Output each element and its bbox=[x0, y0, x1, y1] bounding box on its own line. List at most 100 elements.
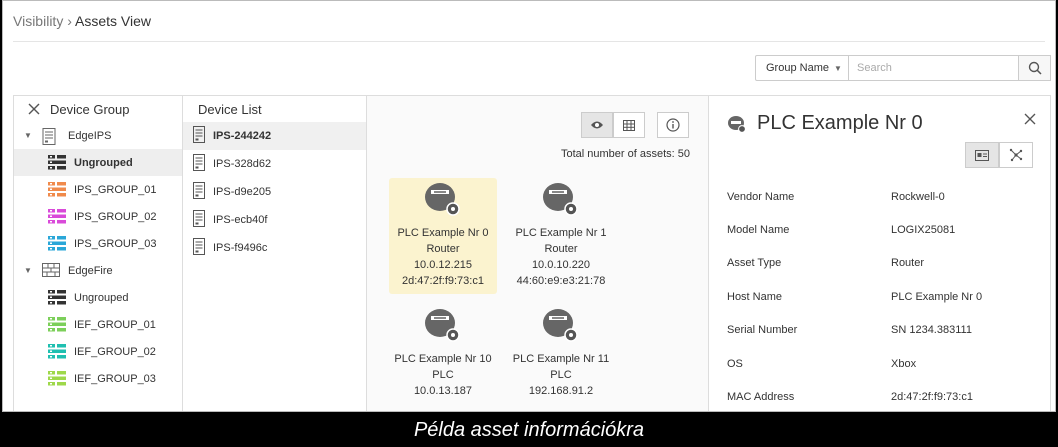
device-list-label: IPS-328d62 bbox=[213, 158, 272, 170]
device-list-item[interactable]: IPS-244242 bbox=[183, 122, 366, 150]
firewall-icon bbox=[42, 262, 60, 279]
asset-card-type: Router bbox=[544, 243, 578, 255]
device-list-pane: Device List IPS-244242 IPS-328d62 IPS-d9e2… bbox=[183, 96, 367, 411]
device-group-item[interactable]: IPS_GROUP_02 bbox=[14, 203, 182, 230]
info-button[interactable] bbox=[657, 112, 689, 138]
breadcrumb: Visibility › Assets View bbox=[13, 13, 151, 29]
group-icon bbox=[48, 235, 66, 252]
asset-property-value: Xbox bbox=[891, 357, 917, 370]
info-icon bbox=[666, 118, 680, 132]
asset-property-key: Host Name bbox=[727, 290, 783, 303]
asset-properties: Vendor Name Rockwell-0 Model Name LOGIX2508… bbox=[727, 180, 1037, 411]
device-list-item[interactable]: IPS-f9496c bbox=[183, 234, 366, 262]
device-group-item[interactable]: ▼ EdgeIPS bbox=[14, 122, 182, 149]
table-view-button[interactable] bbox=[613, 112, 645, 138]
device-list-item[interactable]: IPS-ecb40f bbox=[183, 206, 366, 234]
total-assets-count: Total number of assets: 50 bbox=[560, 148, 690, 160]
search-button[interactable] bbox=[1019, 55, 1051, 81]
breadcrumb-separator: › bbox=[67, 13, 72, 29]
device-group-label: Ungrouped bbox=[74, 156, 133, 169]
asset-card-mac: 2d:47:2f:f9:73:c1 bbox=[402, 275, 484, 287]
detail-view-toggle bbox=[965, 142, 1033, 168]
device-group-item[interactable]: ▼ EdgeFire bbox=[14, 257, 182, 284]
device-group-label: IEF_GROUP_03 bbox=[74, 372, 156, 385]
device-group-label: IPS_GROUP_03 bbox=[74, 237, 157, 250]
plc-device-icon bbox=[389, 308, 497, 349]
device-group-pane: Device Group ▼ EdgeIPS Ungrouped IPS_GROUP_… bbox=[13, 96, 183, 411]
asset-card-ip: 10.0.13.187 bbox=[413, 385, 473, 397]
group-icon bbox=[48, 316, 66, 333]
breadcrumb-parent[interactable]: Visibility bbox=[13, 13, 63, 29]
assets-panes: Device Group ▼ EdgeIPS Ungrouped IPS_GROUP_… bbox=[13, 95, 1051, 411]
device-group-item[interactable]: Ungrouped bbox=[14, 284, 182, 311]
device-group-item[interactable]: IEF_GROUP_01 bbox=[14, 311, 182, 338]
device-group-item[interactable]: IEF_GROUP_02 bbox=[14, 338, 182, 365]
asset-property-key: Asset Type bbox=[727, 257, 782, 270]
caret-down-icon[interactable]: ▼ bbox=[24, 131, 34, 140]
server-icon bbox=[42, 127, 60, 145]
asset-detail-header: PLC Example Nr 0 bbox=[727, 112, 923, 135]
device-list-label: IPS-244242 bbox=[213, 130, 272, 142]
asset-card-name: PLC Example Nr 11 bbox=[512, 353, 610, 365]
close-icon[interactable] bbox=[28, 103, 40, 115]
search-input[interactable] bbox=[849, 55, 1019, 81]
asset-property-row: Vendor Name Rockwell-0 bbox=[727, 180, 1037, 213]
device-icon bbox=[193, 154, 205, 174]
plc-device-icon bbox=[507, 182, 615, 223]
asset-property-key: Model Name bbox=[727, 224, 790, 237]
group-icon bbox=[48, 181, 66, 198]
asset-card-name: PLC Example Nr 10 bbox=[394, 353, 492, 365]
device-list-item[interactable]: IPS-328d62 bbox=[183, 150, 366, 178]
caret-down-icon[interactable]: ▼ bbox=[24, 266, 34, 275]
asset-property-key: OS bbox=[727, 357, 743, 370]
group-icon bbox=[48, 289, 66, 306]
icon-view-button[interactable] bbox=[581, 112, 613, 138]
asset-property-row: MAC Address 2d:47:2f:f9:73:c1 bbox=[727, 380, 1037, 411]
asset-property-key: MAC Address bbox=[727, 391, 795, 404]
group-icon bbox=[48, 208, 66, 225]
device-group-item[interactable]: Ungrouped bbox=[14, 149, 182, 176]
view-toggle bbox=[581, 112, 645, 138]
device-list-label: IPS-ecb40f bbox=[213, 214, 268, 226]
topology-view-button[interactable] bbox=[999, 142, 1033, 168]
device-icon bbox=[193, 126, 205, 146]
asset-card[interactable]: PLC Example Nr 1 Router 10.0.10.220 44:60:e… bbox=[507, 178, 615, 294]
device-group-title: Device Group bbox=[50, 101, 130, 117]
caption: Példa asset információkra bbox=[0, 414, 1058, 447]
asset-card[interactable]: PLC Example Nr 11 PLC 192.168.91.2 bbox=[507, 304, 615, 411]
device-group-item[interactable]: IPS_GROUP_01 bbox=[14, 176, 182, 203]
asset-property-row: Model Name LOGIX25081 bbox=[727, 213, 1037, 246]
asset-card-name: PLC Example Nr 0 bbox=[397, 227, 489, 239]
asset-card-mac: 44:60:e9:e3:21:78 bbox=[516, 275, 606, 287]
device-group-label: IEF_GROUP_01 bbox=[74, 318, 156, 331]
asset-property-value: LOGIX25081 bbox=[891, 224, 956, 237]
group-icon bbox=[48, 154, 66, 171]
asset-card[interactable]: PLC Example Nr 10 PLC 10.0.13.187 bbox=[389, 304, 497, 411]
info-card-view-button[interactable] bbox=[965, 142, 999, 168]
device-list-header: Device List bbox=[183, 96, 366, 122]
close-detail-button[interactable] bbox=[1024, 112, 1036, 130]
device-list-item[interactable]: IPS-d9e205 bbox=[183, 178, 366, 206]
plc-device-icon bbox=[389, 182, 497, 223]
asset-property-value: Rockwell-0 bbox=[891, 190, 945, 203]
device-group-label: Ungrouped bbox=[74, 291, 129, 304]
device-icon bbox=[193, 238, 205, 258]
device-list-title: Device List bbox=[198, 101, 262, 117]
network-icon bbox=[1009, 148, 1023, 162]
asset-card-ip: 192.168.91.2 bbox=[528, 385, 594, 397]
device-list: IPS-244242 IPS-328d62 IPS-d9e205 IPS-ecb40f… bbox=[183, 122, 366, 262]
group-name-select[interactable]: Group Name ▼ bbox=[755, 55, 849, 81]
chevron-down-icon: ▼ bbox=[833, 63, 842, 73]
group-name-select-label: Group Name bbox=[766, 62, 829, 74]
asset-property-value: SN 1234.383111 bbox=[891, 324, 972, 337]
asset-property-row: Asset Type Router bbox=[727, 247, 1037, 280]
device-icon bbox=[193, 182, 205, 202]
device-group-item[interactable]: IPS_GROUP_03 bbox=[14, 230, 182, 257]
app-window: Visibility › Assets View Group Name ▼ De… bbox=[2, 0, 1056, 412]
device-group-header: Device Group bbox=[14, 96, 182, 122]
asset-property-key: Serial Number bbox=[727, 324, 798, 337]
id-card-icon bbox=[975, 149, 989, 161]
asset-card[interactable]: PLC Example Nr 0 Router 10.0.12.215 2d:47:2… bbox=[389, 178, 497, 294]
asset-detail-pane: PLC Example Nr 0 Vendor Name Rockwell-0 Mo… bbox=[709, 96, 1051, 411]
device-group-item[interactable]: IEF_GROUP_03 bbox=[14, 365, 182, 392]
